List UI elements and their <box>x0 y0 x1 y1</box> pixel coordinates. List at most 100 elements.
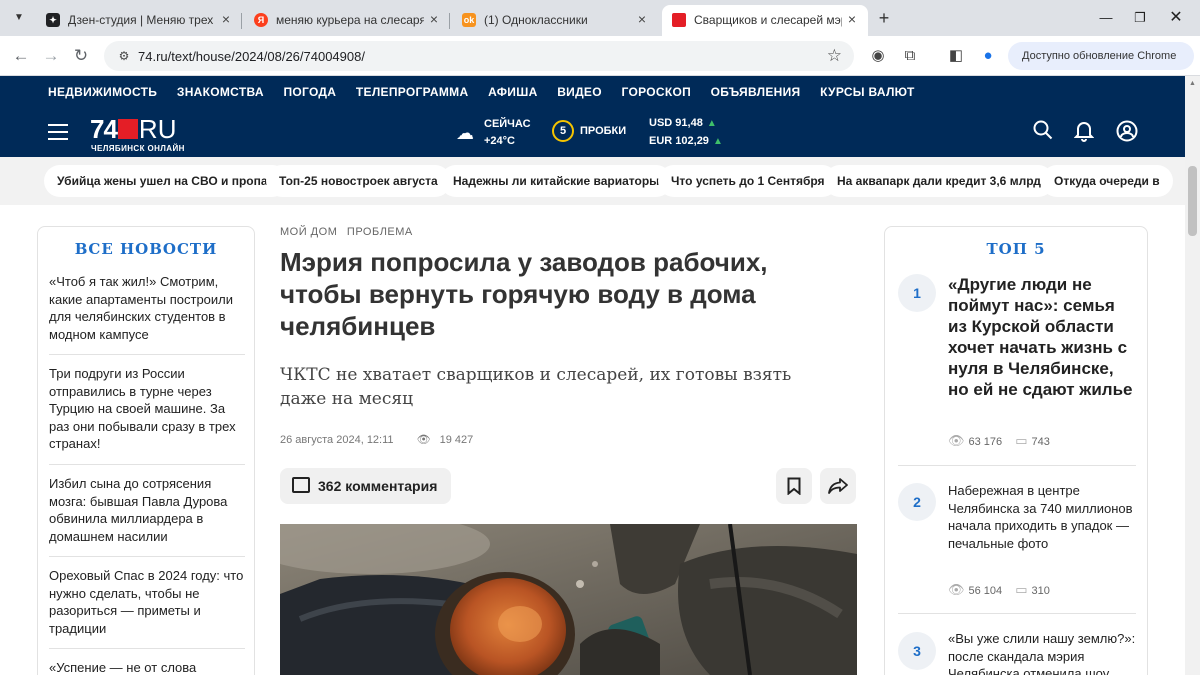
tab-divider <box>449 13 450 29</box>
logo-number: 74 <box>90 114 118 144</box>
eye-icon: 👁 <box>416 434 431 446</box>
logo-subtitle: ЧЕЛЯБИНСК ОНЛАЙН <box>91 144 185 153</box>
divider <box>898 465 1136 466</box>
browser-tab-strip: ▼ ✦ Дзен-студия | Меняю трех кур × Я мен… <box>0 0 1200 36</box>
article-date: 26 августа 2024, 12:11 <box>280 434 394 446</box>
rank-badge: 3 <box>898 632 936 670</box>
bookmark-icon <box>787 477 801 496</box>
back-arrow-icon[interactable]: ← <box>10 45 32 67</box>
close-tab-icon[interactable]: × <box>218 11 234 27</box>
comment-icon: ▭ <box>1015 582 1028 597</box>
nav-item[interactable]: АФИША <box>488 85 537 99</box>
all-news-title[interactable]: ВСЕ НОВОСТИ <box>38 240 254 258</box>
ok-icon: ok <box>462 13 476 27</box>
traffic-level-badge: 5 <box>552 120 574 142</box>
site-logo[interactable]: 74 RU ЧЕЛЯБИНСК ОНЛАЙН <box>90 114 184 153</box>
top5-item[interactable]: 3 «Вы уже слили нашу землю?»: после скан… <box>898 632 1138 675</box>
reload-icon[interactable]: ↻ <box>70 45 92 67</box>
puzzle-extensions-icon[interactable]: ⧉ <box>900 46 920 66</box>
news-item[interactable]: «Успение — не от слова <box>49 659 245 675</box>
top5-title[interactable]: ТОП 5 <box>885 240 1147 258</box>
address-bar[interactable]: ⚙ 74.ru/text/house/2024/08/26/74004908/ … <box>104 41 854 71</box>
rubric-link[interactable]: МОЙ ДОМ <box>280 226 337 238</box>
news-item[interactable]: Избил сына до сотрясения мозга: бывшая П… <box>49 475 245 545</box>
hamburger-menu-icon[interactable] <box>48 124 68 140</box>
trending-chip[interactable]: Откуда очереди в <box>1041 165 1173 197</box>
article-lead: ЧКТС не хватает сварщиков и слесарей, их… <box>280 365 792 409</box>
bookmark-star-icon[interactable]: ☆ <box>827 46 842 66</box>
share-arrow-icon <box>828 478 848 494</box>
scrollbar-thumb[interactable] <box>1188 166 1197 236</box>
forward-arrow-icon[interactable]: → <box>40 45 62 67</box>
divider <box>49 556 245 557</box>
share-button[interactable] <box>820 468 856 504</box>
divider <box>49 354 245 355</box>
arrow-up-icon: ▲ <box>712 136 723 147</box>
site-header: НЕДВИЖИМОСТЬ ЗНАКОМСТВА ПОГОДА ТЕЛЕПРОГР… <box>0 76 1200 157</box>
bell-icon[interactable] <box>1072 120 1096 144</box>
cloud-icon: ☁ <box>456 123 474 143</box>
trending-chip[interactable]: На аквапарк дали кредит 3,6 млрд <box>824 165 1054 197</box>
item-stats: 👁 56 104 ▭ 310 <box>948 582 1050 598</box>
extension-icon[interactable]: ◉ <box>868 46 888 66</box>
dzen-icon: ✦ <box>46 13 60 27</box>
tab-title: меняю курьера на слесаря — <box>276 13 424 27</box>
tab-title: Сварщиков и слесарей мэрия <box>694 13 842 27</box>
nav-item[interactable]: ГОРОСКОП <box>622 85 692 99</box>
search-icon[interactable] <box>1031 120 1055 144</box>
restore-icon[interactable]: ❐ <box>1130 8 1150 28</box>
chrome-update-button[interactable]: Доступно обновление Chrome <box>1008 42 1194 70</box>
nav-item[interactable]: ОБЪЯВЛЕНИЯ <box>711 85 801 99</box>
nav-item[interactable]: ПОГОДА <box>283 85 336 99</box>
page-scrollbar[interactable]: ▲ <box>1185 76 1200 675</box>
news-item[interactable]: «Чтоб я так жил!» Смотрим, какие апартам… <box>49 273 245 343</box>
nav-item[interactable]: КУРСЫ ВАЛЮТ <box>820 85 915 99</box>
trending-chip[interactable]: Топ-25 новостроек августа <box>266 165 451 197</box>
rank-badge: 1 <box>898 274 936 312</box>
rubric-link[interactable]: ПРОБЛЕМА <box>347 226 413 238</box>
close-tab-icon[interactable]: × <box>426 11 442 27</box>
browser-tab-active[interactable]: Сварщиков и слесарей мэрия × <box>662 5 868 36</box>
article-photo <box>280 524 857 675</box>
top-navigation: НЕДВИЖИМОСТЬ ЗНАКОМСТВА ПОГОДА ТЕЛЕПРОГР… <box>48 85 931 99</box>
close-tab-icon[interactable]: × <box>844 11 860 27</box>
trending-chip[interactable]: Надежны ли китайские вариаторы <box>440 165 673 197</box>
comments-count: 362 <box>318 478 342 494</box>
tab-title: Дзен-студия | Меняю трех кур <box>68 13 216 27</box>
profile-icon[interactable]: ● <box>978 46 998 66</box>
minimize-icon[interactable]: — <box>1096 8 1116 28</box>
scroll-up-arrow-icon[interactable]: ▲ <box>1189 80 1196 87</box>
news-item[interactable]: Три подруги из России отправились в турн… <box>49 365 245 453</box>
browser-tab-1[interactable]: Я меняю курьера на слесаря — × <box>244 5 450 36</box>
trending-chip[interactable]: Убийца жены ушел на СВО и пропал <box>44 165 289 197</box>
bookmark-button[interactable] <box>776 468 812 504</box>
comments-button[interactable]: 362 комментария <box>280 468 451 504</box>
weather-temperature: +24°C <box>484 135 516 147</box>
divider <box>49 648 245 649</box>
url-text: 74.ru/text/house/2024/08/26/74004908/ <box>138 49 365 64</box>
new-tab-plus-icon[interactable]: + <box>874 8 894 28</box>
nav-item[interactable]: ВИДЕО <box>557 85 602 99</box>
currency-rates[interactable]: USD 91,48 ▲ EUR 102,29 ▲ <box>649 117 723 153</box>
nav-item[interactable]: ЗНАКОМСТВА <box>177 85 264 99</box>
news-item[interactable]: Ореховый Спас в 2024 году: что нужно сде… <box>49 567 245 637</box>
nav-item[interactable]: НЕДВИЖИМОСТЬ <box>48 85 157 99</box>
views-count: 56 104 <box>968 585 1003 597</box>
views-count: 63 176 <box>968 436 1003 448</box>
item-stats: 👁 63 176 ▭ 743 <box>948 433 1050 449</box>
nav-item[interactable]: ТЕЛЕПРОГРАММА <box>356 85 469 99</box>
side-panel-icon[interactable]: ◧ <box>946 46 966 66</box>
arrow-up-icon: ▲ <box>706 118 717 129</box>
browser-tab-0[interactable]: ✦ Дзен-студия | Меняю трех кур × <box>36 5 242 36</box>
comments-word: комментария <box>345 478 438 494</box>
site-settings-icon[interactable]: ⚙ <box>116 48 132 64</box>
tab-search-chevron-icon[interactable]: ▼ <box>8 7 30 29</box>
trending-chip[interactable]: Что успеть до 1 Сентября <box>658 165 838 197</box>
window-close-icon[interactable]: ✕ <box>1166 8 1186 28</box>
top5-item-title: Набережная в центре Челябинска за 740 ми… <box>948 483 1133 551</box>
user-profile-icon[interactable] <box>1115 120 1139 144</box>
article-rubrics: МОЙ ДОМ ПРОБЛЕМА <box>280 226 419 238</box>
browser-toolbar: ← → ↻ ⚙ 74.ru/text/house/2024/08/26/7400… <box>0 36 1200 76</box>
close-tab-icon[interactable]: × <box>634 11 650 27</box>
browser-tab-2[interactable]: ok (1) Одноклассники × <box>452 5 658 36</box>
